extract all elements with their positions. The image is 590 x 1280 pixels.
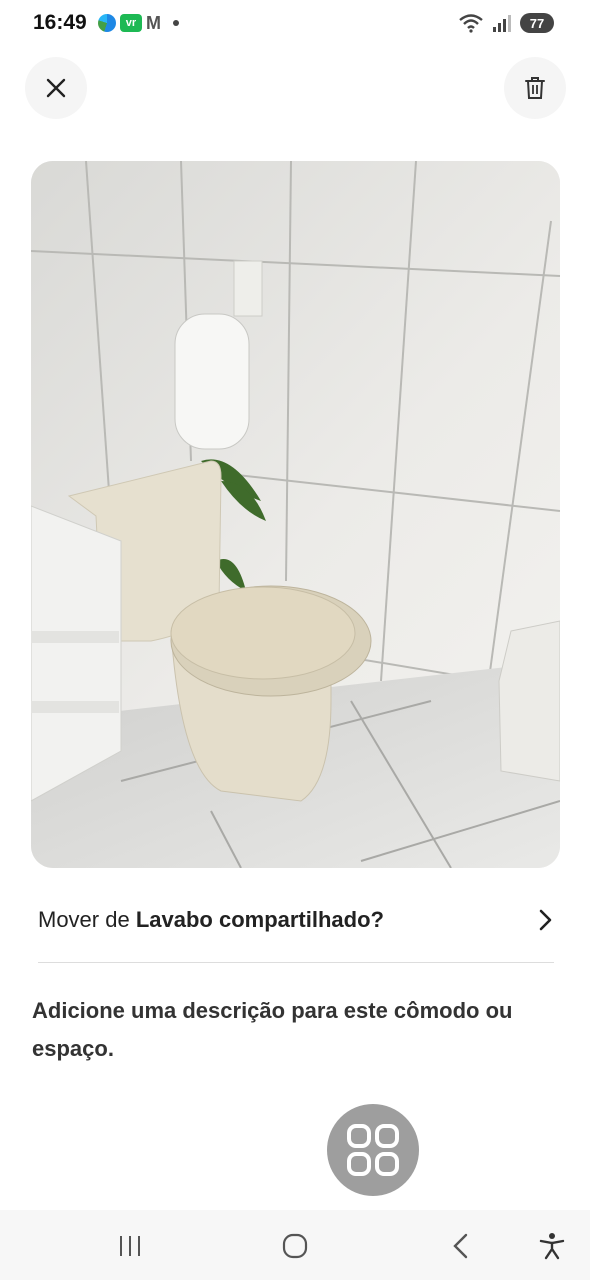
system-icons: 77 (458, 13, 554, 33)
recent-apps-icon (120, 1236, 140, 1256)
accessibility-icon (539, 1233, 565, 1260)
room-name: Lavabo compartilhado? (135, 907, 384, 932)
signal-icon (493, 15, 511, 32)
close-button[interactable] (25, 57, 87, 119)
home-icon (282, 1233, 308, 1259)
gmail-icon: M (146, 13, 161, 33)
back-button[interactable] (439, 1224, 483, 1268)
grid-icon (347, 1124, 399, 1176)
wifi-icon (459, 14, 483, 33)
move-room-row[interactable]: Mover de Lavabo compartilhado? (38, 895, 554, 945)
status-bar: 16:49 vr M 77 (0, 0, 590, 48)
bathroom-photo[interactable] (31, 161, 560, 868)
accessibility-button[interactable] (530, 1224, 574, 1268)
more-notifications-dot (173, 20, 179, 26)
chevron-right-icon (539, 909, 552, 931)
edge-icon (98, 14, 116, 32)
floating-apps-button[interactable] (327, 1104, 419, 1196)
move-prefix: Mover de (38, 907, 136, 932)
move-room-text: Mover de Lavabo compartilhado? (38, 907, 384, 933)
battery-icon: 77 (520, 13, 554, 33)
navigation-bar (0, 1210, 590, 1280)
close-icon (46, 78, 66, 98)
home-button[interactable] (273, 1224, 317, 1268)
notification-icons: vr M (98, 14, 179, 32)
divider (38, 962, 554, 963)
photo-illustration (31, 161, 560, 868)
delete-photo-button[interactable] (504, 57, 566, 119)
back-icon (453, 1233, 468, 1259)
vr-icon: vr (120, 14, 142, 32)
status-time: 16:49 (33, 11, 87, 34)
recent-apps-button[interactable] (108, 1224, 152, 1268)
description-prompt[interactable]: Adicione uma descrição para este cômodo … (32, 992, 552, 1068)
trash-icon (525, 77, 545, 99)
